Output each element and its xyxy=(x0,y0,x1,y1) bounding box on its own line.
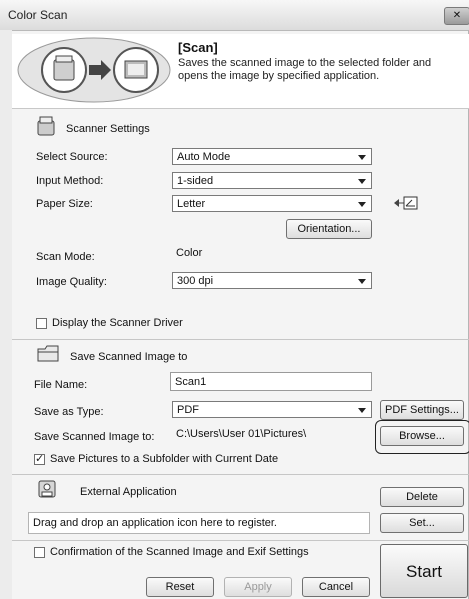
apply-button: Apply xyxy=(224,577,292,597)
reset-button[interactable]: Reset xyxy=(146,577,214,597)
close-button[interactable]: ✕ xyxy=(444,7,469,25)
image-quality-value: 300 dpi xyxy=(177,275,214,287)
display-scanner-driver-label: Display the Scanner Driver xyxy=(52,317,183,329)
application-drop-zone[interactable]: Drag and drop an application icon here t… xyxy=(28,512,370,534)
image-quality-dropdown[interactable]: 300 dpi xyxy=(172,272,372,289)
confirmation-checkbox[interactable] xyxy=(34,547,45,558)
mode-heading: [Scan] xyxy=(178,40,218,55)
cancel-button[interactable]: Cancel xyxy=(302,577,370,597)
divider xyxy=(12,474,469,475)
chevron-down-icon xyxy=(358,408,366,413)
application-icon xyxy=(38,480,56,498)
subfolder-label: Save Pictures to a Subfolder with Curren… xyxy=(50,453,279,465)
select-source-value: Auto Mode xyxy=(177,151,231,163)
paper-orientation-icon xyxy=(394,196,418,210)
delete-button[interactable]: Delete xyxy=(380,487,464,507)
scan-flow-graphic xyxy=(17,37,171,103)
input-method-label: Input Method: xyxy=(36,175,104,187)
save-section-title: Save Scanned Image to xyxy=(70,351,188,363)
paper-size-dropdown[interactable]: Letter xyxy=(172,195,372,212)
divider xyxy=(12,339,469,340)
pdf-settings-button[interactable]: PDF Settings... xyxy=(380,400,464,420)
select-source-dropdown[interactable]: Auto Mode xyxy=(172,148,372,165)
scanner-settings-title: Scanner Settings xyxy=(66,123,150,135)
external-app-title: External Application xyxy=(80,486,177,498)
input-method-value: 1-sided xyxy=(177,175,214,187)
save-path-value: C:\Users\User 01\Pictures\ xyxy=(176,428,307,440)
browse-button[interactable]: Browse... xyxy=(380,426,464,446)
paper-size-label: Paper Size: xyxy=(36,198,93,210)
display-scanner-driver-checkbox[interactable] xyxy=(36,318,47,329)
save-as-type-value: PDF xyxy=(177,404,199,416)
file-name-label: File Name: xyxy=(34,379,88,391)
orientation-button[interactable]: Orientation... xyxy=(286,219,372,239)
window-title: Color Scan xyxy=(8,8,68,22)
chevron-down-icon xyxy=(358,279,366,284)
chevron-down-icon xyxy=(358,202,366,207)
folder-icon xyxy=(37,345,59,362)
file-name-input[interactable]: Scan1 xyxy=(170,372,372,391)
drop-zone-hint: Drag and drop an application icon here t… xyxy=(33,517,277,529)
set-button[interactable]: Set... xyxy=(380,513,464,533)
close-icon: ✕ xyxy=(452,10,462,21)
scan-mode-value: Color xyxy=(176,247,203,259)
scanner-icon xyxy=(41,47,87,93)
subfolder-checkbox[interactable] xyxy=(34,452,45,465)
file-name-value: Scan1 xyxy=(175,376,207,388)
scanner-icon xyxy=(37,116,55,136)
save-path-label: Save Scanned Image to: xyxy=(34,431,155,443)
color-scan-window: Color Scan ✕ [Scan] Saves the scanned im… xyxy=(0,0,469,599)
image-quality-label: Image Quality: xyxy=(36,276,107,288)
divider xyxy=(12,540,469,541)
photo-frame-icon xyxy=(113,47,159,93)
input-method-dropdown[interactable]: 1-sided xyxy=(172,172,372,189)
mode-description: Saves the scanned image to the selected … xyxy=(178,57,432,82)
chevron-down-icon xyxy=(358,179,366,184)
scan-mode-label: Scan Mode: xyxy=(36,251,95,263)
title-bar: Color Scan ✕ xyxy=(0,0,469,31)
select-source-label: Select Source: xyxy=(36,151,108,163)
save-as-type-label: Save as Type: xyxy=(34,406,104,418)
start-button[interactable]: Start xyxy=(380,544,468,598)
save-as-type-dropdown[interactable]: PDF xyxy=(172,401,372,418)
window-left-border xyxy=(0,30,12,599)
chevron-down-icon xyxy=(358,155,366,160)
paper-size-value: Letter xyxy=(177,198,206,210)
confirmation-label: Confirmation of the Scanned Image and Ex… xyxy=(50,546,309,558)
